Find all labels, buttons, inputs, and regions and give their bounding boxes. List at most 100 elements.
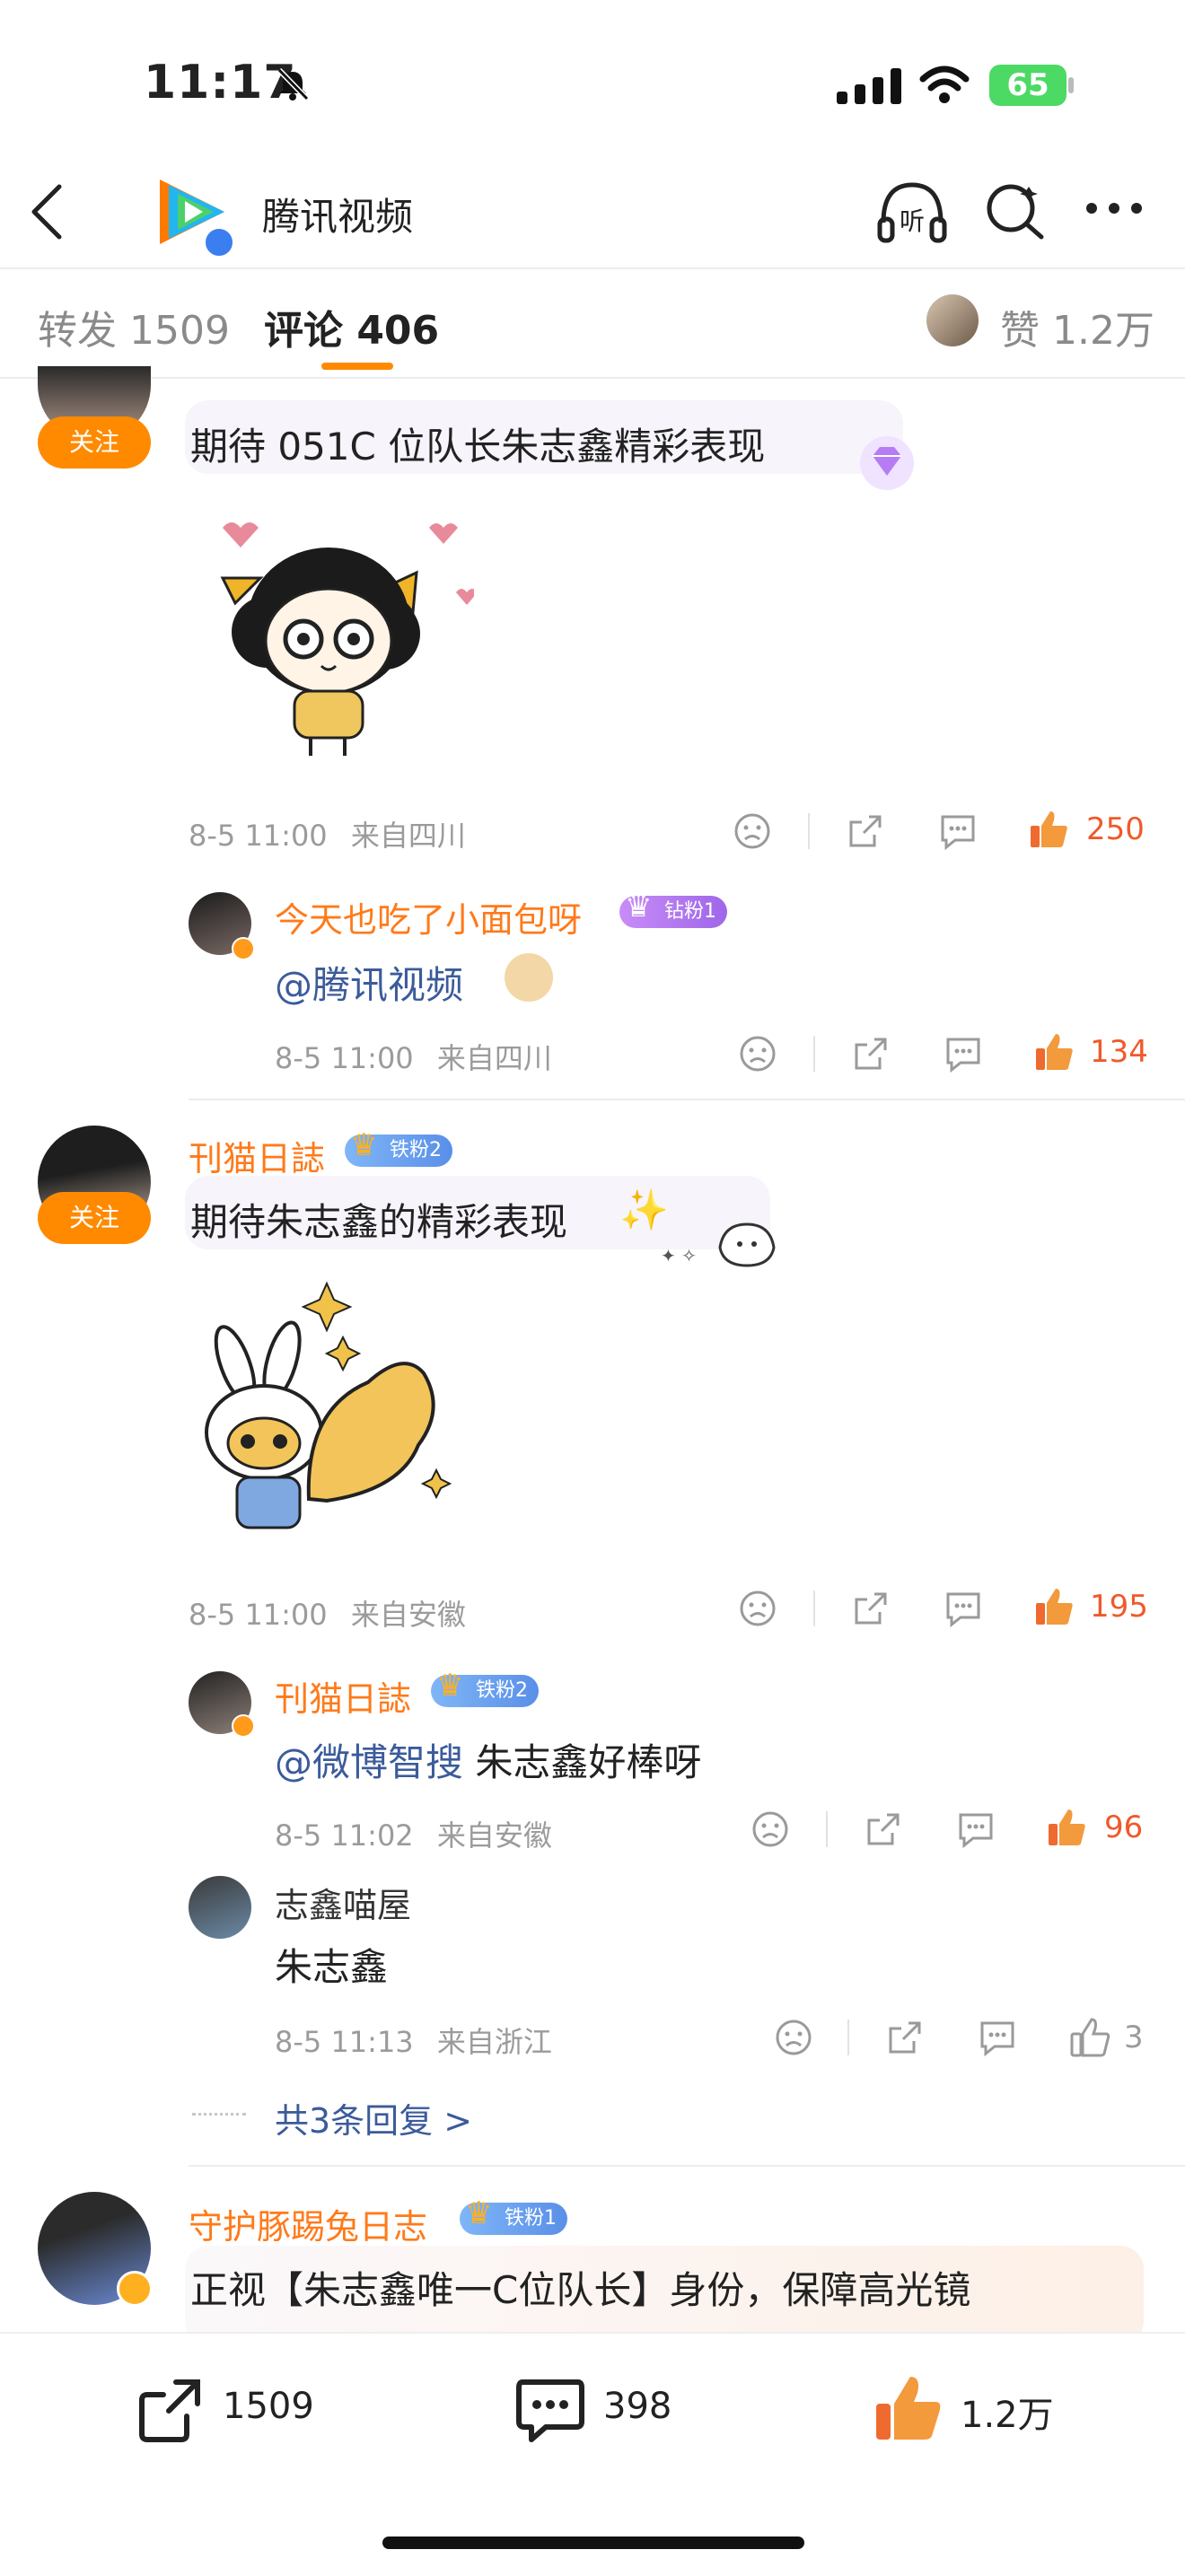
- status-time: 11:17: [144, 56, 297, 110]
- dislike-face-icon[interactable]: [774, 2018, 813, 2057]
- like-thumb-icon[interactable]: [871, 2371, 944, 2445]
- like-thumb-icon[interactable]: [1032, 1030, 1075, 1073]
- reply-username[interactable]: 志鑫喵屋: [275, 1878, 411, 1927]
- share-icon[interactable]: [864, 1809, 903, 1849]
- avatar[interactable]: [189, 1876, 251, 1939]
- reply-username[interactable]: 刊猫日誌: [275, 1671, 411, 1721]
- like-count-total[interactable]: 1.2万: [961, 2386, 1054, 2438]
- more-options-icon[interactable]: [1084, 199, 1144, 217]
- wifi-icon: [919, 66, 970, 103]
- cartoon-girl-sticker-icon: [220, 522, 474, 756]
- tab-likes[interactable]: 赞 1.2万: [1000, 298, 1154, 355]
- tab-repost[interactable]: 转发 1509: [38, 298, 230, 355]
- back-chevron-icon[interactable]: [27, 183, 66, 241]
- reply-comment-icon[interactable]: [937, 813, 979, 851]
- share-icon[interactable]: [846, 811, 885, 851]
- reply-time-value: 8-5 11:02: [275, 1818, 414, 1853]
- reply-time: 8-5 11:13 来自浙江: [275, 2020, 552, 2061]
- channel-avatar[interactable]: [147, 167, 237, 258]
- like-thumb-outline-icon[interactable]: [1068, 2016, 1111, 2059]
- share-icon[interactable]: [851, 1589, 891, 1628]
- reply-text: 朱志鑫好棒呀: [463, 1740, 702, 1784]
- comment-time: 8-5 11:00 来自四川: [189, 813, 466, 854]
- nav-divider: [0, 267, 1185, 269]
- reply-comment-icon[interactable]: [955, 1811, 996, 1849]
- home-indicator: [382, 2537, 804, 2549]
- mention-link[interactable]: @微博智搜: [275, 1740, 463, 1784]
- dislike-face-icon[interactable]: [738, 1589, 777, 1628]
- fan-badge: ♛ 铁粉2: [431, 1669, 539, 1707]
- fan-badge-label: 铁粉2: [476, 1679, 528, 1702]
- signal-icon: [837, 68, 901, 104]
- action-separator: [826, 1811, 828, 1847]
- comment-text: 期待朱志鑫的精彩表现: [190, 1200, 568, 1244]
- reply-time: 8-5 11:02 来自安徽: [275, 1813, 552, 1854]
- listen-headphones-icon[interactable]: 听: [874, 178, 950, 246]
- comment-count[interactable]: 398: [603, 2386, 672, 2427]
- like-thumb-icon[interactable]: [1032, 1585, 1075, 1628]
- mention-link[interactable]: @腾讯视频: [275, 955, 463, 1010]
- dislike-face-icon[interactable]: [733, 811, 772, 851]
- reply-comment-icon[interactable]: [943, 1590, 984, 1628]
- tab-active-indicator: [321, 363, 393, 370]
- reply-username[interactable]: 今天也吃了小面包呀: [275, 892, 582, 942]
- battery-icon: 65: [989, 65, 1066, 106]
- repost-share-icon[interactable]: [136, 2377, 205, 2445]
- dislike-face-icon[interactable]: [738, 1034, 777, 1073]
- reply-location: 来自四川: [436, 1041, 552, 1075]
- comment-username[interactable]: 刊猫日誌: [189, 1131, 325, 1180]
- reply-location: 来自安徽: [436, 1818, 552, 1853]
- fan-badge-label: 铁粉1: [505, 2207, 557, 2230]
- like-count: 195: [1090, 1589, 1148, 1625]
- reply-text: 朱志鑫: [275, 1945, 389, 1989]
- more-replies-link[interactable]: 共3条回复 >: [275, 2093, 472, 2142]
- comment-location: 来自安徽: [350, 1598, 466, 1632]
- svg-text:✦ ✧: ✦ ✧: [661, 1245, 697, 1266]
- fan-badge-label: 铁粉2: [390, 1139, 442, 1161]
- gem-decoration-icon: [860, 436, 914, 490]
- reply-comment-icon[interactable]: [943, 1036, 984, 1073]
- fan-badge: ♛ 钻粉1: [619, 890, 727, 928]
- share-icon[interactable]: [851, 1034, 891, 1073]
- reply-time-value: 8-5 11:13: [275, 2025, 414, 2059]
- action-separator: [808, 813, 810, 849]
- verified-badge-icon: [203, 226, 235, 258]
- crown-icon: ♛: [465, 2195, 493, 2231]
- like-thumb-icon[interactable]: [1045, 1806, 1088, 1849]
- fan-badge-label: 钻粉1: [664, 900, 716, 923]
- bunny-thumbsup-sticker-icon: [205, 1281, 452, 1529]
- like-thumb-icon[interactable]: [1027, 808, 1070, 851]
- more-replies-dots: [192, 2113, 246, 2116]
- share-icon[interactable]: [885, 2018, 925, 2057]
- search-icon[interactable]: [984, 180, 1047, 242]
- comment-text: 正视【朱志鑫唯一C位队长】身份，保障高光镜: [190, 2268, 971, 2312]
- dislike-face-icon[interactable]: [750, 1809, 790, 1849]
- reply-location: 来自浙江: [436, 2025, 552, 2059]
- battery-level: 65: [1006, 67, 1049, 103]
- cat-emoji-icon: [505, 953, 553, 1002]
- comment-location: 来自四川: [350, 819, 466, 853]
- crown-icon: ♛: [436, 1668, 464, 1704]
- fan-badge: ♛ 铁粉2: [345, 1129, 452, 1167]
- tab-comments[interactable]: 评论 406: [264, 298, 439, 355]
- action-separator: [847, 2020, 849, 2055]
- like-count: 250: [1086, 811, 1145, 847]
- reply-time: 8-5 11:00 来自四川: [275, 1036, 552, 1077]
- comment-bubble-icon[interactable]: [515, 2377, 585, 2445]
- comment-divider: [189, 1099, 1185, 1100]
- svg-text:听: 听: [900, 206, 925, 236]
- follow-button[interactable]: 关注: [38, 1192, 151, 1244]
- mute-bell-icon: [276, 67, 310, 101]
- channel-title: 腾讯视频: [262, 195, 414, 239]
- repost-count[interactable]: 1509: [223, 2386, 314, 2427]
- follow-button[interactable]: 关注: [38, 416, 151, 469]
- reply-comment-icon[interactable]: [977, 2020, 1018, 2057]
- like-count: 134: [1090, 1034, 1148, 1070]
- comment-username[interactable]: 守护豚踢兔日志: [189, 2199, 427, 2248]
- crown-icon: ♛: [625, 889, 653, 924]
- bubble-decoration-icon: ✦ ✧: [661, 1222, 776, 1267]
- action-separator: [813, 1036, 815, 1072]
- verified-badge-icon: [232, 937, 255, 960]
- comment-divider: [189, 2165, 1185, 2167]
- comment-text: 期待 051C 位队长朱志鑫精彩表现: [190, 425, 766, 469]
